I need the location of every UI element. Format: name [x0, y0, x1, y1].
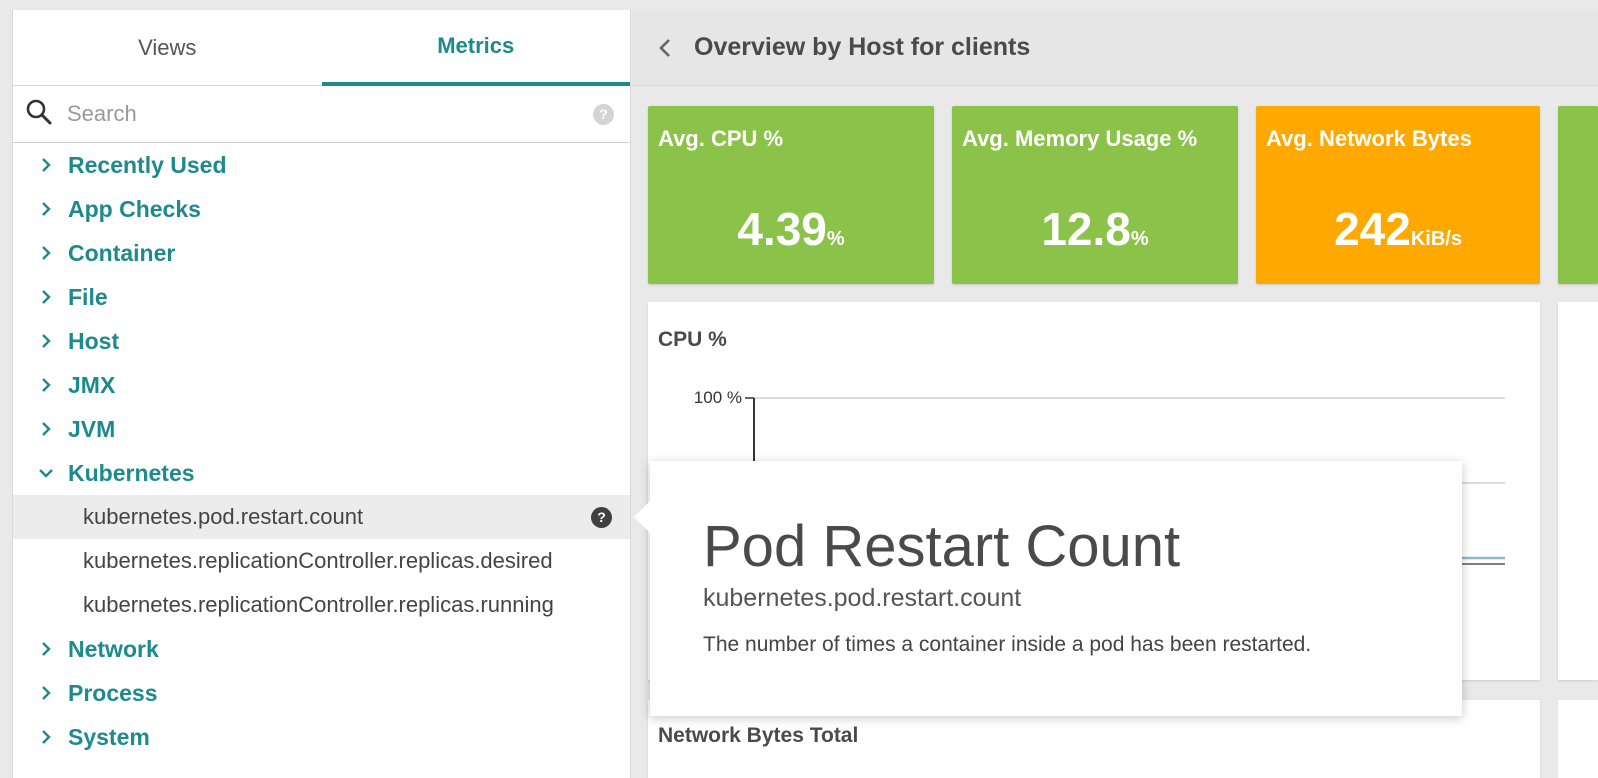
- tile-unit: %: [826, 228, 845, 250]
- chevron-down-icon: [38, 465, 54, 481]
- tile-title: Avg. Memory Usage %: [962, 126, 1198, 151]
- category-network[interactable]: Network: [13, 627, 630, 671]
- metrics-browser-panel: Views Metrics ? Recently Used App Checks: [12, 10, 631, 778]
- search-icon: [25, 98, 53, 131]
- metric-item-replicas-desired[interactable]: kubernetes.replicationController.replica…: [13, 539, 630, 583]
- category-label: File: [68, 283, 108, 310]
- help-icon[interactable]: ?: [593, 103, 614, 125]
- category-container[interactable]: Container: [13, 231, 630, 275]
- tile-number: 242: [1334, 203, 1411, 255]
- tile-unit: %: [1130, 228, 1149, 250]
- category-jmx[interactable]: JMX: [13, 363, 630, 407]
- metric-info-popover: Pod Restart Count kubernetes.pod.restart…: [634, 461, 1462, 716]
- dashboard-header: Overview by Host for clients: [632, 10, 1598, 86]
- chart-title: Network Bytes Total: [658, 724, 859, 747]
- tile-number: 4.39: [737, 203, 827, 255]
- tile-value: 12.8%: [952, 202, 1238, 256]
- metric-label: kubernetes.replicationController.replica…: [83, 548, 553, 573]
- tile-title: Avg. CPU %: [658, 126, 784, 151]
- metric-item-pod-restart-count[interactable]: kubernetes.pod.restart.count ?: [13, 495, 630, 539]
- tile-avg-network[interactable]: Avg. Network Bytes 242KiB/s: [1256, 106, 1540, 284]
- page-title: Overview by Host for clients: [694, 33, 1031, 61]
- metric-category-tree: Recently Used App Checks Container File …: [13, 143, 630, 759]
- category-label: Process: [68, 679, 158, 706]
- category-host[interactable]: Host: [13, 319, 630, 363]
- category-label: JMX: [68, 371, 116, 398]
- category-label: System: [68, 723, 150, 750]
- popover-title: Pod Restart Count: [703, 514, 1181, 579]
- category-file[interactable]: File: [13, 275, 630, 319]
- metric-item-replicas-running[interactable]: kubernetes.replicationController.replica…: [13, 583, 630, 627]
- y-tick-label: 100 %: [694, 388, 742, 407]
- chevron-right-icon: [38, 685, 54, 701]
- side-card: [1558, 302, 1598, 680]
- side-card: [1558, 700, 1598, 778]
- tile-avg-memory[interactable]: Avg. Memory Usage % 12.8%: [952, 106, 1238, 284]
- chevron-left-icon[interactable]: [658, 37, 672, 59]
- app-root: Views Metrics ? Recently Used App Checks: [0, 0, 1598, 778]
- category-recently-used[interactable]: Recently Used: [13, 143, 630, 187]
- chevron-right-icon: [38, 729, 54, 745]
- tile-partial[interactable]: [1558, 106, 1598, 284]
- category-label: Container: [68, 239, 176, 266]
- tile-value: 242KiB/s: [1256, 202, 1540, 256]
- chevron-right-icon: [38, 377, 54, 393]
- category-kubernetes[interactable]: Kubernetes: [13, 451, 630, 495]
- tab-views[interactable]: Views: [13, 10, 322, 85]
- popover-arrow: [634, 501, 650, 533]
- help-icon[interactable]: ?: [591, 506, 612, 528]
- tile-unit: KiB/s: [1410, 228, 1462, 250]
- metric-label: kubernetes.pod.restart.count: [83, 504, 364, 529]
- search-bar: ?: [13, 86, 630, 143]
- category-system[interactable]: System: [13, 715, 630, 759]
- chevron-right-icon: [38, 333, 54, 349]
- panel-tabs: Views Metrics: [13, 10, 630, 86]
- category-process[interactable]: Process: [13, 671, 630, 715]
- chevron-right-icon: [38, 421, 54, 437]
- tile-number: 12.8: [1041, 203, 1131, 255]
- category-label: JVM: [68, 415, 116, 442]
- metric-label: kubernetes.replicationController.replica…: [83, 592, 554, 617]
- category-label: Host: [68, 327, 120, 354]
- chevron-right-icon: [38, 157, 54, 173]
- category-label: Kubernetes: [68, 459, 195, 486]
- chevron-right-icon: [38, 201, 54, 217]
- tab-metrics[interactable]: Metrics: [321, 10, 630, 86]
- search-input[interactable]: [67, 101, 593, 127]
- category-app-checks[interactable]: App Checks: [13, 187, 630, 231]
- tile-value: 4.39%: [648, 202, 934, 256]
- tile-title: Avg. Network Bytes: [1266, 126, 1472, 151]
- category-label: Network: [68, 635, 159, 662]
- category-label: Recently Used: [68, 151, 227, 178]
- chevron-right-icon: [38, 641, 54, 657]
- popover-metric-id: kubernetes.pod.restart.count: [703, 584, 1022, 612]
- popover-description: The number of times a container inside a…: [703, 633, 1312, 656]
- chevron-right-icon: [38, 245, 54, 261]
- category-jvm[interactable]: JVM: [13, 407, 630, 451]
- tile-avg-cpu[interactable]: Avg. CPU % 4.39%: [648, 106, 934, 284]
- chevron-right-icon: [38, 289, 54, 305]
- category-label: App Checks: [68, 195, 201, 222]
